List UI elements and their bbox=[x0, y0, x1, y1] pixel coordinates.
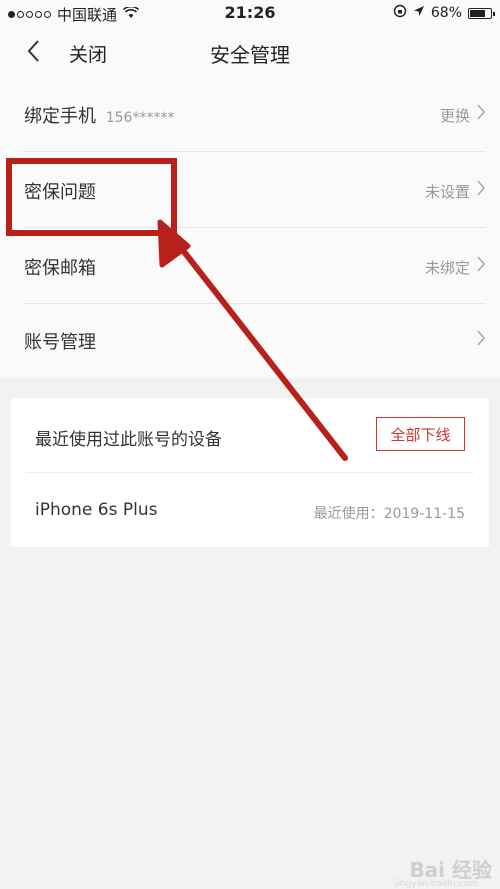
row-label: 绑定手机 156****** bbox=[24, 102, 174, 128]
battery-icon bbox=[468, 7, 495, 19]
location-icon bbox=[413, 5, 425, 21]
logout-all-button[interactable]: 全部下线 bbox=[376, 417, 465, 451]
device-last-used: 最近使用：2019-11-15 bbox=[313, 506, 465, 522]
row-account-management[interactable]: 账号管理 bbox=[0, 302, 500, 378]
chevron-right-icon bbox=[476, 329, 486, 347]
security-email-status: 未绑定 bbox=[424, 259, 470, 277]
security-question-status: 未设置 bbox=[424, 183, 470, 201]
masked-phone: 156****** bbox=[105, 110, 175, 126]
recent-devices-card: 最近使用过此账号的设备 全部下线 iPhone 6s Plus 最近使用：201… bbox=[11, 398, 489, 547]
device-name: iPhone 6s Plus bbox=[35, 500, 158, 520]
status-bar: 中国联通 21:26 68% bbox=[0, 0, 500, 26]
status-right: 68% bbox=[387, 4, 495, 22]
bind-phone-label: 绑定手机 bbox=[24, 106, 96, 127]
account-management-label: 账号管理 bbox=[24, 332, 96, 353]
chevron-right-icon bbox=[476, 103, 486, 121]
chevron-right-icon bbox=[476, 179, 486, 197]
page-title: 安全管理 bbox=[210, 43, 290, 67]
lock-rotation-icon bbox=[393, 4, 407, 22]
row-bind-phone[interactable]: 绑定手机 156****** 更换 bbox=[0, 76, 500, 152]
divider bbox=[26, 472, 474, 473]
nav-bar: 关闭 安全管理 bbox=[0, 30, 500, 74]
security-question-label: 密保问题 bbox=[24, 182, 96, 203]
change-phone-link[interactable]: 更换 bbox=[440, 105, 470, 126]
row-security-question[interactable]: 密保问题 未设置 bbox=[0, 152, 500, 228]
battery-percent: 68% bbox=[430, 5, 462, 21]
row-security-email[interactable]: 密保邮箱 未绑定 bbox=[0, 228, 500, 304]
recent-devices-title: 最近使用过此账号的设备 bbox=[35, 430, 222, 450]
chevron-right-icon bbox=[476, 255, 486, 273]
security-email-label: 密保邮箱 bbox=[24, 258, 96, 279]
watermark-url: jingyan.baidu.com bbox=[394, 879, 478, 889]
